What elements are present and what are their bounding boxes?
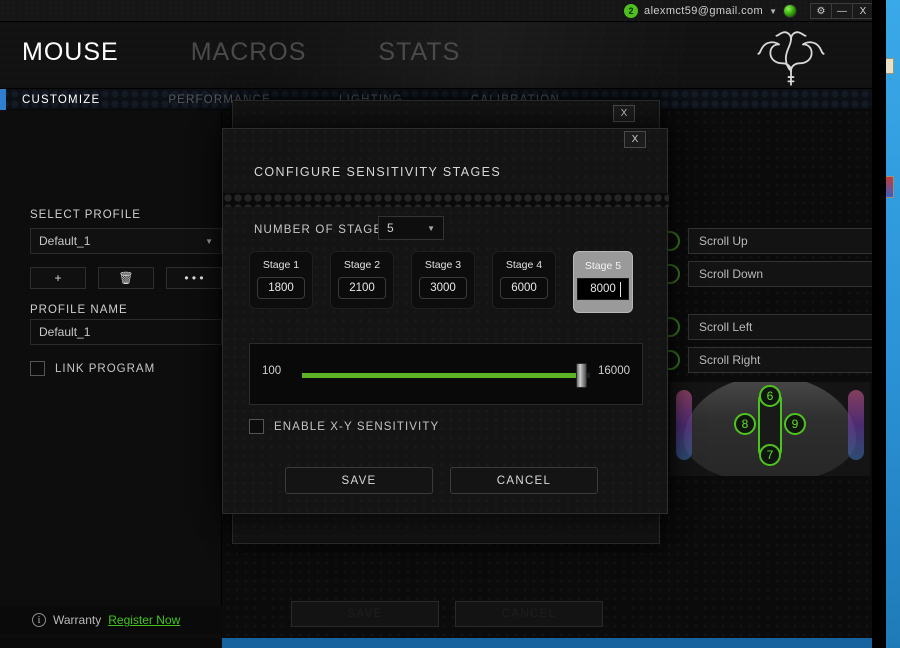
stage-list: Stage 1 1800 Stage 2 2100 Stage 3 3000 S… xyxy=(249,251,633,313)
sensitivity-slider-handle[interactable] xyxy=(576,363,588,388)
dialog-divider xyxy=(223,193,669,207)
add-profile-button[interactable]: + xyxy=(30,267,86,289)
left-sidebar: SELECT PROFILE Default_1 ▼ + 🗑 • • • PRO… xyxy=(0,110,222,648)
callout-6[interactable]: 6 xyxy=(759,385,781,407)
mouse-diagram[interactable]: 6 9 8 7 xyxy=(670,382,870,476)
enable-xy-sensitivity-checkbox[interactable] xyxy=(249,419,264,434)
nav-item-macros[interactable]: MACROS xyxy=(191,38,307,67)
gear-icon[interactable]: ⚙ xyxy=(810,3,832,19)
chevron-down-icon: ▼ xyxy=(205,236,213,246)
razer-logo-icon xyxy=(757,31,825,86)
stage-name-label: Stage 1 xyxy=(262,259,300,271)
stage-value-text: 8000 xyxy=(590,283,616,295)
enable-xy-sensitivity-row[interactable]: ENABLE X-Y SENSITIVITY xyxy=(249,419,439,434)
assignment-field[interactable]: Scroll Right xyxy=(688,347,874,373)
cancel-button[interactable]: CANCEL xyxy=(450,467,598,494)
button-assignment-cancel-button[interactable]: CANCEL xyxy=(455,601,603,627)
stage-name-label: Stage 2 xyxy=(343,259,381,271)
stage-name-label: Stage 3 xyxy=(424,259,462,271)
number-of-stages-select[interactable]: 5 ▼ xyxy=(378,216,444,240)
number-of-stages-value: 5 xyxy=(387,221,394,235)
profile-name-input[interactable]: Default_1 xyxy=(30,319,222,345)
link-program-checkbox[interactable] xyxy=(30,361,45,376)
slider-max-label: 16000 xyxy=(598,365,630,377)
save-button[interactable]: SAVE xyxy=(285,467,433,494)
delete-profile-button[interactable]: 🗑 xyxy=(98,267,154,289)
nav-item-stats[interactable]: STATS xyxy=(378,38,460,67)
assignment-row-scroll-right[interactable]: Scroll Right xyxy=(660,347,874,373)
stage-name-label: Stage 4 xyxy=(505,259,543,271)
stage-card-2[interactable]: Stage 2 2100 xyxy=(330,251,394,309)
assignment-row-scroll-down[interactable]: Scroll Down xyxy=(660,261,874,287)
dialog-actions: SAVE CANCEL xyxy=(285,467,598,494)
assignment-field[interactable]: Scroll Down xyxy=(688,261,874,287)
callout-9[interactable]: 9 xyxy=(784,413,806,435)
assignment-field[interactable]: Scroll Left xyxy=(688,314,874,340)
stage-card-3[interactable]: Stage 3 3000 xyxy=(411,251,475,309)
status-orb-icon xyxy=(783,4,797,18)
close-icon[interactable]: X xyxy=(613,105,635,122)
window-bottom-accent xyxy=(222,638,886,648)
profile-name-label: PROFILE NAME xyxy=(30,304,128,316)
stage-card-1[interactable]: Stage 1 1800 xyxy=(249,251,313,309)
stage-value-input[interactable]: 1800 xyxy=(257,277,305,299)
sensitivity-slider-track[interactable] xyxy=(302,363,590,388)
chevron-down-icon: ▼ xyxy=(427,223,435,233)
window-controls: ⚙ — X xyxy=(810,3,874,19)
slider-min-label: 100 xyxy=(262,365,282,377)
configure-sensitivity-stages-dialog: CONFIGURE SENSITIVITY STAGES X NUMBER OF… xyxy=(222,128,669,514)
mouse-left-glow xyxy=(676,390,692,460)
info-icon: i xyxy=(32,613,46,627)
button-assignment-save-button[interactable]: SAVE xyxy=(291,601,439,627)
assignment-row-scroll-left[interactable]: Scroll Left xyxy=(660,314,874,340)
sensitivity-slider-fill xyxy=(302,373,582,378)
close-icon[interactable]: X xyxy=(624,131,646,148)
more-options-button[interactable]: • • • xyxy=(166,267,222,289)
stage-card-4[interactable]: Stage 4 6000 xyxy=(492,251,556,309)
assignment-row-scroll-up[interactable]: Scroll Up xyxy=(660,228,874,254)
tab-customize[interactable]: CUSTOMIZE xyxy=(22,94,100,106)
mouse-right-glow xyxy=(848,390,864,460)
stage-value-input[interactable]: 6000 xyxy=(500,277,548,299)
select-profile-label: SELECT PROFILE xyxy=(30,209,141,221)
link-program-label: LINK PROGRAM xyxy=(55,362,156,375)
close-button[interactable]: X xyxy=(852,3,874,19)
stage-name-label: Stage 5 xyxy=(584,260,622,272)
register-now-link[interactable]: Register Now xyxy=(108,613,180,627)
text-cursor xyxy=(620,282,621,297)
profile-select-value: Default_1 xyxy=(39,234,91,248)
enable-xy-sensitivity-label: ENABLE X-Y SENSITIVITY xyxy=(274,420,440,433)
callout-7[interactable]: 7 xyxy=(759,444,781,466)
main-navigation: MOUSE MACROS STATS xyxy=(22,38,460,67)
title-bar: 2 alexmct59@gmail.com ▼ ⚙ — X xyxy=(0,0,886,22)
dialog-header xyxy=(223,129,669,193)
warranty-bar: i Warranty Register Now xyxy=(0,606,222,634)
subtab-accent-strip xyxy=(0,89,6,111)
button-assignment-column: Scroll Up Scroll Down Scroll Left Scroll… xyxy=(660,110,886,648)
dialog-title: CONFIGURE SENSITIVITY STAGES xyxy=(254,165,502,179)
account-email[interactable]: alexmct59@gmail.com xyxy=(644,5,763,17)
stage-card-5[interactable]: Stage 5 8000 xyxy=(573,251,633,313)
profile-select[interactable]: Default_1 ▼ xyxy=(30,228,222,254)
chevron-down-icon[interactable]: ▼ xyxy=(769,7,777,16)
warranty-label: Warranty xyxy=(53,613,102,627)
sensitivity-slider-panel: 100 16000 xyxy=(249,343,643,405)
minimize-button[interactable]: — xyxy=(831,3,853,19)
window-right-edge xyxy=(872,0,886,648)
stage-value-input[interactable]: 3000 xyxy=(419,277,467,299)
stage-value-input[interactable]: 2100 xyxy=(338,277,386,299)
assignment-field[interactable]: Scroll Up xyxy=(688,228,874,254)
notification-badge[interactable]: 2 xyxy=(624,4,639,18)
nav-item-mouse[interactable]: MOUSE xyxy=(22,38,119,67)
number-of-stages-label: NUMBER OF STAGES xyxy=(254,224,392,236)
callout-8[interactable]: 8 xyxy=(734,413,756,435)
razer-synapse-window: 2 alexmct59@gmail.com ▼ ⚙ — X MOUSE MACR… xyxy=(0,0,886,648)
titlebar-right-group: 2 alexmct59@gmail.com ▼ ⚙ — X xyxy=(624,0,874,22)
stage-value-input[interactable]: 8000 xyxy=(577,278,629,300)
link-program-row[interactable]: LINK PROGRAM xyxy=(30,361,155,376)
